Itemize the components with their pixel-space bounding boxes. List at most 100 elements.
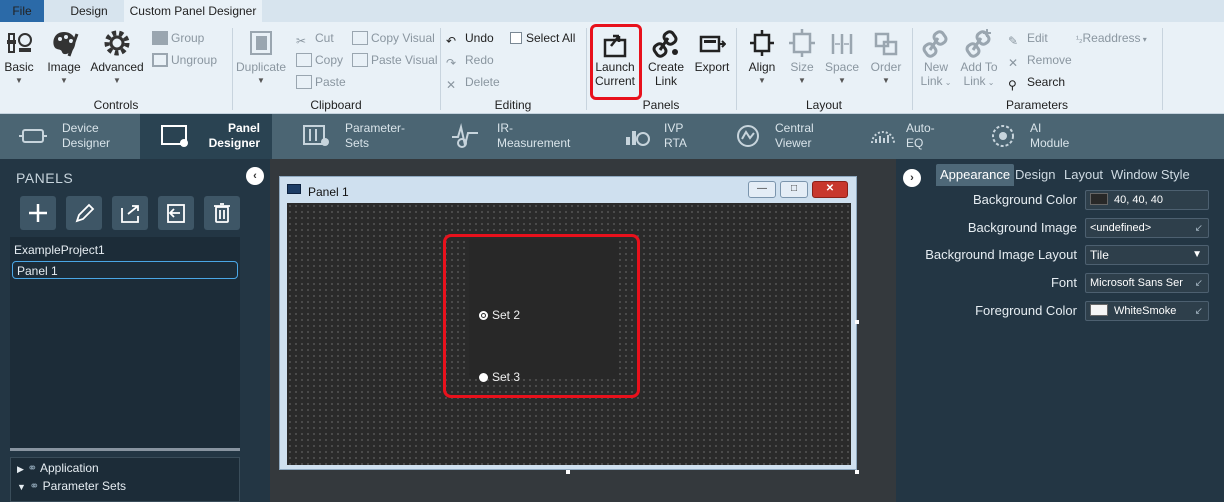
readdress-button[interactable]: ¹₂Readdress ▾ xyxy=(1076,28,1147,48)
order-label: Order xyxy=(870,60,902,74)
plus-icon xyxy=(29,204,47,222)
link-icon xyxy=(652,30,678,58)
tab-design[interactable]: Design xyxy=(60,0,118,22)
module-device-designer[interactable]: Device Designer xyxy=(0,114,138,159)
add-to-link-button[interactable]: Add To Link ⌄ xyxy=(958,26,1000,96)
edit-icon[interactable]: ↙ xyxy=(1195,303,1203,320)
module-nav: Device Designer Panel Designer Parameter- S… xyxy=(0,114,1224,159)
module-central-viewer[interactable]: Central Viewer xyxy=(730,114,850,159)
property-label: Foreground Color xyxy=(975,303,1077,318)
launch-current-button[interactable]: Launch Current xyxy=(592,26,638,96)
ungroup-label: Ungroup xyxy=(171,53,218,67)
property-value: Microsoft Sans Ser xyxy=(1090,277,1183,289)
export-panel-button[interactable] xyxy=(112,196,148,230)
select-all-checkbox[interactable] xyxy=(510,32,522,44)
module-ir-measurement[interactable]: IR- Measurement xyxy=(440,114,590,159)
edit-icon[interactable]: ↙ xyxy=(1195,220,1203,237)
chevron-down-icon: ▼ xyxy=(882,76,890,85)
image-label: Image xyxy=(47,60,81,74)
radio-set-3[interactable]: Set 3 xyxy=(479,369,520,385)
bottom-tree: ▶ ⚭ Application ▼ ⚭ Parameter Sets xyxy=(10,457,240,502)
radio-set-2[interactable]: Set 2 xyxy=(479,307,520,323)
maximize-button[interactable]: □ xyxy=(780,181,808,198)
background-image-field[interactable]: <undefined> ↙ xyxy=(1085,218,1209,238)
edit-panel-button[interactable] xyxy=(66,196,102,230)
edit-icon[interactable]: ↙ xyxy=(1195,275,1203,292)
add-to-link-label-line1: Add To xyxy=(960,60,998,74)
paste-button[interactable]: Paste xyxy=(296,72,346,92)
advanced-button[interactable]: Advanced ▼ xyxy=(88,26,146,96)
resize-handle[interactable] xyxy=(855,320,859,324)
delete-button[interactable]: ✕ Delete xyxy=(446,72,500,92)
redo-label: Redo xyxy=(465,53,494,67)
copy-icon xyxy=(296,53,312,67)
group-button[interactable]: Group xyxy=(152,28,204,48)
resize-handle[interactable] xyxy=(855,470,859,474)
search-button[interactable]: ⚲ Search xyxy=(1008,72,1065,92)
minimize-button[interactable]: — xyxy=(748,181,776,198)
order-button[interactable]: Order ▼ xyxy=(866,26,906,96)
cut-button[interactable]: ✂ Cut xyxy=(296,28,334,48)
copy-button[interactable]: Copy xyxy=(296,50,343,70)
module-ivp-rta[interactable]: IVP RTA xyxy=(600,114,710,159)
caret-down-icon: ▼ xyxy=(17,482,26,492)
tab-window-style[interactable]: Window Style xyxy=(1107,164,1194,186)
export-button[interactable]: Export xyxy=(692,26,732,96)
layout-group: Align ▼ Size ▼ Space ▼ Order ▼ Layout xyxy=(736,22,912,114)
tree-item-project[interactable]: ExampleProject1 xyxy=(14,241,105,259)
tab-custom-panel-designer[interactable]: Custom Panel Designer xyxy=(124,0,262,22)
module-line1: Panel xyxy=(227,121,260,135)
select-all-button[interactable]: Select All xyxy=(510,28,575,48)
property-label: Background Color xyxy=(972,192,1077,207)
duplicate-button[interactable]: Duplicate ▼ xyxy=(234,26,288,96)
tab-appearance[interactable]: Appearance xyxy=(936,164,1015,186)
ungroup-icon xyxy=(152,53,168,67)
undo-button[interactable]: ↶ Undo xyxy=(446,28,494,48)
tab-design[interactable]: Design xyxy=(1011,164,1059,186)
splitter[interactable] xyxy=(10,448,240,451)
tab-layout[interactable]: Layout xyxy=(1060,164,1107,186)
module-parameter-sets[interactable]: Parameter- Sets xyxy=(290,114,430,159)
size-button[interactable]: Size ▼ xyxy=(784,26,820,96)
undo-label: Undo xyxy=(465,31,494,45)
paste-visual-button[interactable]: Paste Visual xyxy=(352,50,438,70)
add-panel-button[interactable] xyxy=(20,196,56,230)
module-auto-eq[interactable]: Auto- EQ xyxy=(866,114,966,159)
tab-file[interactable]: File xyxy=(0,0,44,22)
new-link-button[interactable]: New Link ⌄ xyxy=(916,26,956,96)
tree-node-application[interactable]: ▶ ⚭ Application xyxy=(17,460,99,477)
collapse-left-button[interactable]: ‹ xyxy=(246,167,264,185)
align-button[interactable]: Align ▼ xyxy=(742,26,782,96)
tree-node-parameter-sets[interactable]: ▼ ⚭ Parameter Sets xyxy=(17,478,126,495)
space-button[interactable]: Space ▼ xyxy=(822,26,862,96)
import-panel-button[interactable] xyxy=(158,196,194,230)
background-color-field[interactable]: 40, 40, 40 xyxy=(1085,190,1209,210)
basic-button[interactable]: Basic ▼ xyxy=(2,26,36,96)
panels-title: PANELS xyxy=(16,170,74,186)
cut-label: Cut xyxy=(315,31,334,45)
remove-button[interactable]: ✕ Remove xyxy=(1008,50,1072,70)
background-image-layout-select[interactable]: Tile ▼ xyxy=(1085,245,1209,265)
edit-button[interactable]: ✎ Edit xyxy=(1008,28,1048,48)
create-link-button[interactable]: Create Link xyxy=(644,26,688,96)
font-field[interactable]: Microsoft Sans Ser ↙ xyxy=(1085,273,1209,293)
foreground-color-field[interactable]: WhiteSmoke ↙ xyxy=(1085,301,1209,321)
resize-handle[interactable] xyxy=(566,470,570,474)
chevron-down-icon: ▼ xyxy=(758,76,766,85)
panel-window[interactable]: Panel 1 — □ ✕ Set 2 Set 3 xyxy=(279,176,857,470)
module-panel-designer[interactable]: Panel Designer xyxy=(140,114,272,159)
image-button[interactable]: Image ▼ xyxy=(44,26,84,96)
delete-panel-button[interactable] xyxy=(204,196,240,230)
copy-visual-button[interactable]: Copy Visual xyxy=(352,28,435,48)
basic-controls-icon xyxy=(7,33,32,53)
close-button[interactable]: ✕ xyxy=(812,181,848,198)
module-ai-module[interactable]: AI Module xyxy=(980,114,1100,159)
copy-label: Copy xyxy=(315,53,344,67)
redo-button[interactable]: ↷ Redo xyxy=(446,50,494,70)
radio-unchecked-icon xyxy=(479,373,488,382)
ungroup-button[interactable]: Ungroup xyxy=(152,50,217,70)
tree-item-panel[interactable]: Panel 1 xyxy=(12,261,238,279)
radio-group-box[interactable]: Set 2 Set 3 xyxy=(469,239,619,384)
panel-design-surface[interactable]: Set 2 Set 3 xyxy=(287,203,851,465)
collapse-right-button[interactable]: › xyxy=(903,169,921,187)
